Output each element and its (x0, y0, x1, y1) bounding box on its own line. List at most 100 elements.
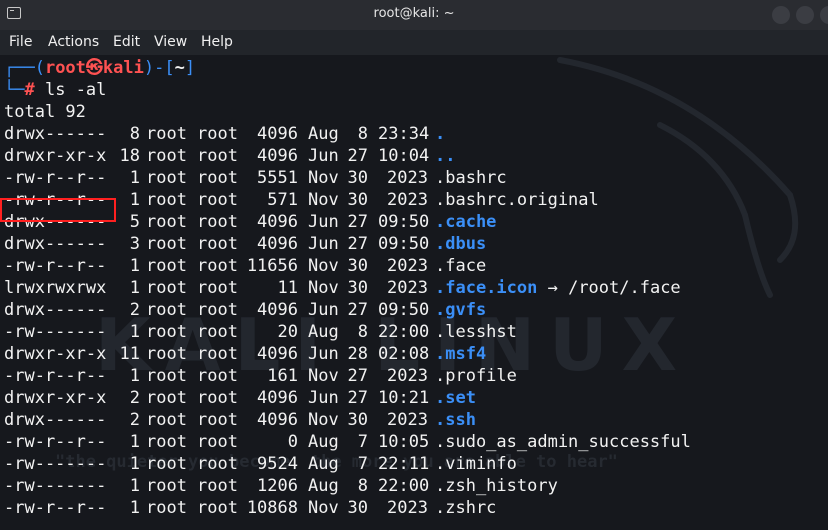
listing-name: .face.icon → /root/.face (435, 277, 681, 299)
prompt-line-bottom: └─# ls -al (4, 79, 106, 101)
listing-links: 18 (119, 146, 140, 166)
listing-month: Nov (308, 366, 339, 386)
listing-perm: lrwxrwxrwx (4, 278, 107, 298)
listing-size: 161 (267, 366, 298, 386)
listing-group: root (197, 190, 238, 210)
listing-size: 0 (287, 432, 298, 452)
listing-size: 4096 (257, 234, 298, 254)
listing-perm: -rw-r--r-- (4, 432, 107, 452)
menu-bar: File Actions Edit View Help (0, 30, 828, 55)
menu-actions[interactable]: Actions (48, 34, 99, 50)
listing-size: 4096 (257, 212, 298, 232)
listing-time: 23:34 (378, 124, 430, 144)
terminal-output[interactable]: KALI LINUX "the quieter you become, the … (0, 55, 828, 530)
listing-perm: drwxr-xr-x (4, 344, 107, 364)
listing-group: root (197, 454, 238, 474)
listing-links: 5 (129, 212, 140, 232)
listing-group: root (197, 234, 238, 254)
listing-filename: .profile (435, 366, 517, 386)
listing-month: Jun (308, 344, 339, 364)
listing-perm: drwx------ (4, 300, 107, 320)
listing-perm: -rw-r--r-- (4, 190, 107, 210)
listing-day: 27 (347, 366, 368, 386)
listing-owner: root (146, 388, 187, 408)
listing-group: root (197, 322, 238, 342)
prompt-host: kali (102, 58, 144, 78)
listing-links: 1 (129, 366, 140, 386)
prompt-frame-close: ] (184, 58, 196, 78)
listing-owner: root (146, 168, 187, 188)
listing-owner: root (146, 454, 187, 474)
listing-owner: root (146, 410, 187, 430)
listing-time: 2023 (387, 278, 428, 298)
listing-month: Nov (308, 168, 339, 188)
listing-links: 1 (129, 454, 140, 474)
close-button[interactable] (820, 6, 828, 24)
prompt-user: root (44, 58, 86, 78)
listing-size: 4096 (257, 300, 298, 320)
listing-size: 4096 (257, 146, 298, 166)
listing-group: root (197, 410, 238, 430)
listing-day: 7 (357, 454, 368, 474)
listing-day: 27 (347, 234, 368, 254)
listing-name: .profile (435, 365, 517, 387)
menu-file[interactable]: File (9, 34, 32, 50)
listing-filename: .sudo_as_admin_successful (435, 432, 691, 452)
listing-links: 1 (129, 322, 140, 342)
window-title: root@kali: ~ (373, 6, 455, 21)
title-bar[interactable]: root@kali: ~ (0, 0, 828, 30)
listing-links: 1 (129, 476, 140, 496)
listing-name: .set (435, 387, 476, 409)
listing-name: .bashrc.original (435, 189, 599, 211)
listing-links: 2 (129, 410, 140, 430)
listing-group: root (197, 498, 238, 518)
listing-owner: root (146, 146, 187, 166)
listing-name: .msf4 (435, 343, 486, 365)
listing-size: 11 (277, 278, 298, 298)
listing-perm: -rw-r--r-- (4, 168, 107, 188)
listing-links: 3 (129, 234, 140, 254)
listing-time: 2023 (387, 366, 428, 386)
maximize-button[interactable] (796, 6, 814, 24)
menu-help[interactable]: Help (201, 34, 233, 50)
listing-month: Nov (308, 278, 339, 298)
listing-day: 8 (357, 476, 368, 496)
listing-filename: .cache (435, 212, 497, 232)
listing-size: 5551 (257, 168, 298, 188)
listing-day: 27 (347, 212, 368, 232)
listing-month: Nov (308, 410, 339, 430)
listing-owner: root (146, 344, 187, 364)
listing-filename: .set (435, 388, 476, 408)
listing-owner: root (146, 432, 187, 452)
prompt-frame-open: ┌──( (4, 58, 45, 78)
listing-group: root (197, 124, 238, 144)
listing-perm: -rw------- (4, 454, 107, 474)
listing-size: 4096 (257, 124, 298, 144)
listing-owner: root (146, 498, 187, 518)
listing-time: 10:21 (378, 388, 430, 408)
menu-edit[interactable]: Edit (113, 34, 140, 50)
menu-view[interactable]: View (154, 34, 187, 50)
listing-perm: drwx------ (4, 234, 107, 254)
listing-size: 9524 (257, 454, 298, 474)
listing-links: 1 (129, 498, 140, 518)
listing-size: 10868 (246, 498, 298, 518)
listing-name: .viminfo (435, 453, 517, 475)
prompt-frame-mid: )-[ (143, 58, 175, 78)
listing-size: 11656 (246, 256, 298, 276)
listing-time: 10:04 (378, 146, 430, 166)
listing-filename: .bashrc (435, 168, 507, 188)
listing-group: root (197, 212, 238, 232)
listing-month: Jun (308, 300, 339, 320)
listing-owner: root (146, 322, 187, 342)
listing-filename: .gvfs (435, 300, 487, 320)
listing-month: Jun (308, 388, 339, 408)
listing-time: 10:05 (378, 432, 430, 452)
listing-time: 22:00 (378, 476, 430, 496)
minimize-button[interactable] (772, 6, 790, 24)
listing-owner: root (146, 124, 187, 144)
listing-perm: -rw------- (4, 476, 107, 496)
listing-filename: .dbus (435, 234, 487, 254)
listing-day: 8 (357, 322, 368, 342)
prompt-line-top: ┌──(root㉿kali)-[~] (4, 57, 195, 79)
